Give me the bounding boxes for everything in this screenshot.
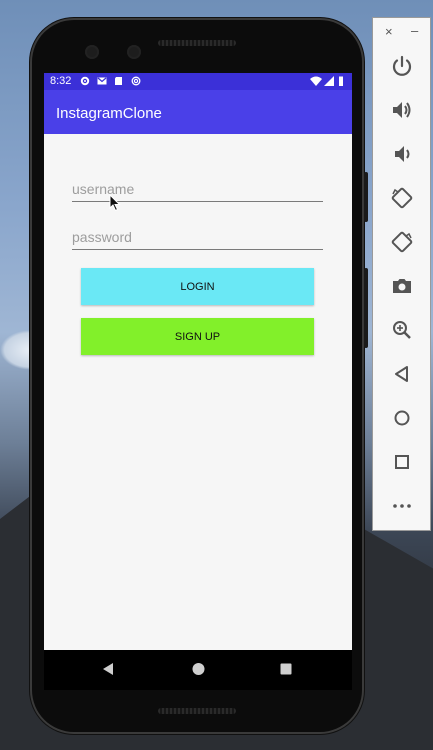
password-input[interactable] [72,225,323,249]
password-field[interactable] [72,225,323,250]
rotate-left-icon[interactable] [390,186,414,210]
status-time: 8:32 [50,75,72,87]
minimize-window-button[interactable]: – [411,23,418,38]
volume-down-icon[interactable] [390,142,414,166]
sync-icon [131,76,141,86]
side-power-button [364,172,368,222]
wifi-icon [310,76,322,86]
emulator-toolbar: × – [372,17,431,531]
top-speaker [158,40,236,46]
home-icon[interactable] [390,406,414,430]
battery-icon [339,76,343,86]
navigation-bar [44,650,352,690]
gmail-icon [97,77,107,85]
power-icon[interactable] [390,54,414,78]
signup-button-label: SIGN UP [174,330,221,343]
signal-icon [324,76,334,86]
status-bar: 8:32 [44,73,352,90]
login-button[interactable]: LOGIN [81,268,314,305]
close-window-button[interactable]: × [385,24,393,39]
mouse-cursor-icon [109,194,121,212]
bottom-speaker [158,708,236,714]
settings-icon [80,76,90,86]
rotate-right-icon[interactable] [390,230,414,254]
nav-home-icon[interactable] [192,662,205,676]
sensor-icon [127,45,141,59]
nav-back-icon[interactable] [102,662,114,676]
back-icon[interactable] [390,362,414,386]
camera-icon[interactable] [390,274,414,298]
app-title: InstagramClone [56,105,162,122]
zoom-icon[interactable] [390,318,414,342]
device-screen: 8:32 InstagramClone username LOGIN SIGN … [44,73,352,650]
sd-card-icon [115,77,122,85]
side-volume-button [364,268,368,348]
nav-overview-icon[interactable] [280,662,292,676]
login-button-label: LOGIN [180,280,215,293]
app-bar: InstagramClone [44,90,352,134]
volume-up-icon[interactable] [390,98,414,122]
overview-icon[interactable] [390,450,414,474]
signup-button[interactable]: SIGN UP [81,318,314,355]
front-camera-icon [85,45,99,59]
more-icon[interactable] [390,494,414,518]
